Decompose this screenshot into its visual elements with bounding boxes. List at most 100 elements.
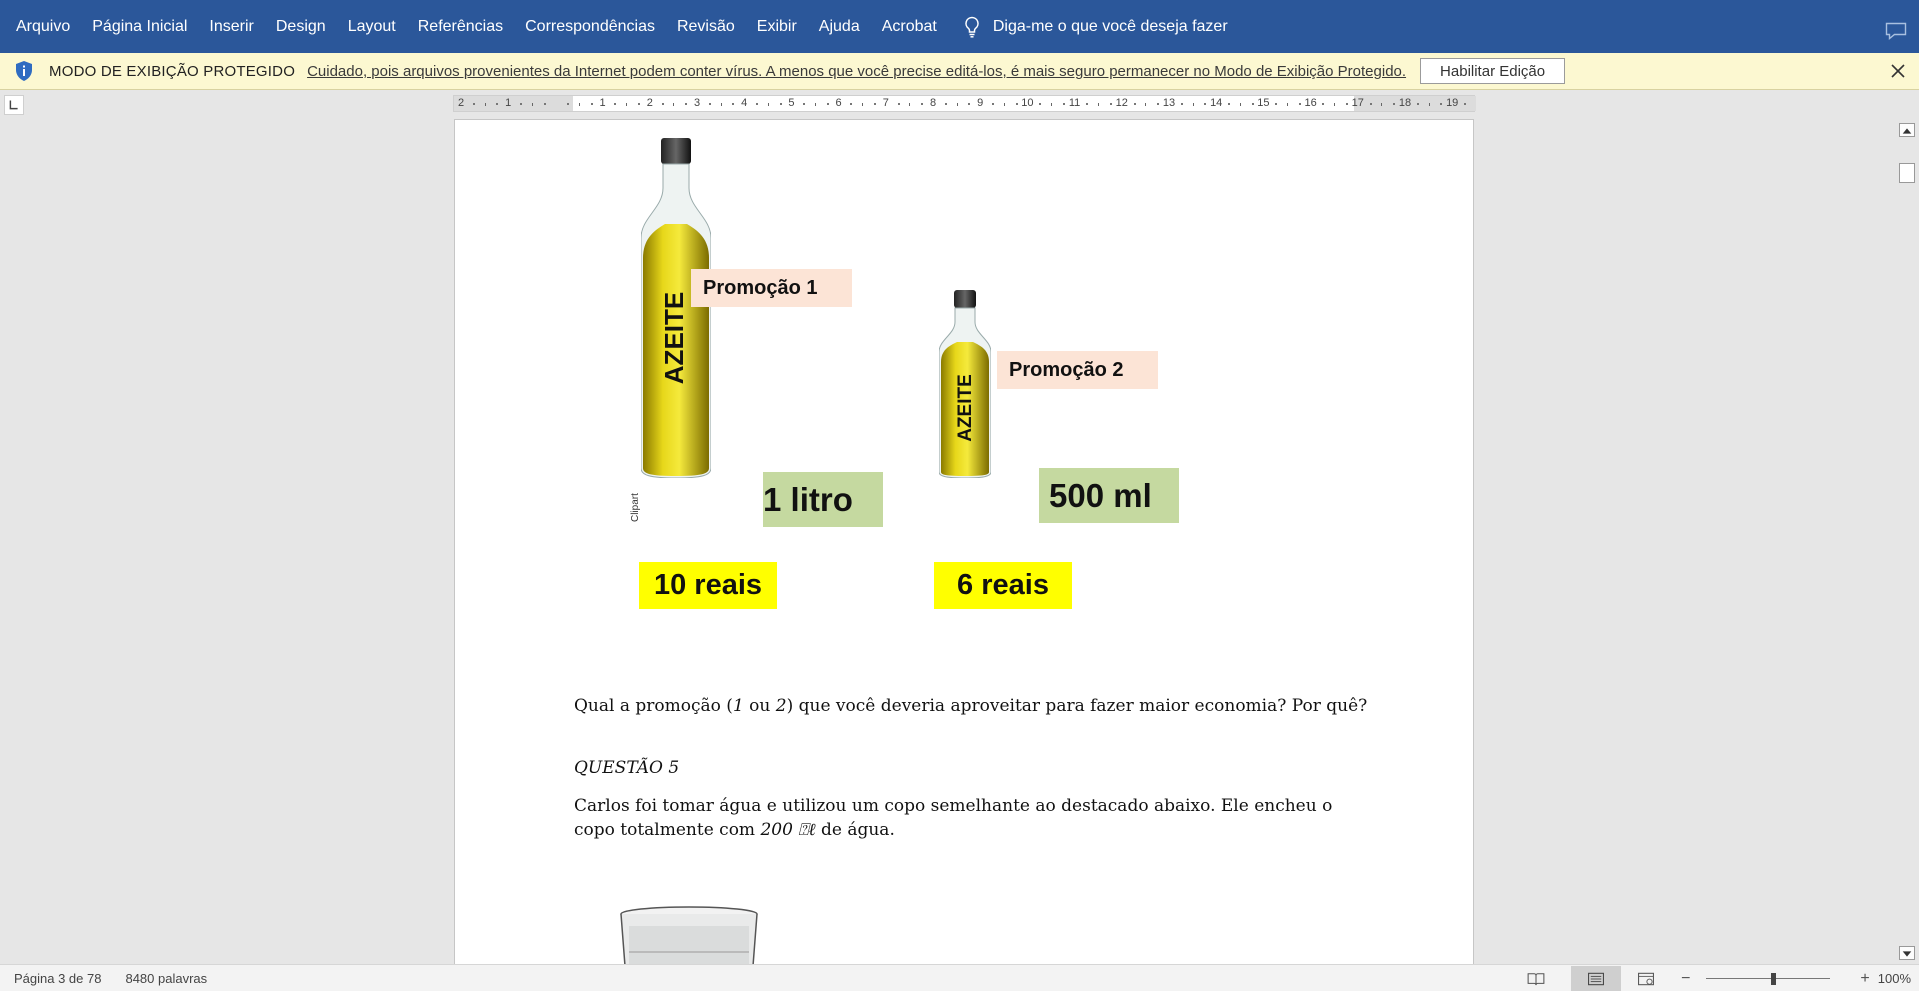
ruler-tick — [1287, 103, 1288, 106]
menu-inserir[interactable]: Inserir — [209, 18, 253, 36]
menu-layout[interactable]: Layout — [348, 18, 396, 36]
ruler-tick — [1369, 103, 1372, 105]
ruler-tick — [1239, 103, 1241, 106]
menu-correspondencias[interactable]: Correspondências — [525, 18, 655, 36]
question-4-text: Qual a promoção (1 ou 2) que você deveri… — [574, 694, 1367, 718]
ruler-tick — [732, 103, 735, 105]
menu-arquivo[interactable]: Arquivo — [16, 18, 70, 36]
question-option-1: 1 — [732, 696, 744, 716]
question-5-heading: QUESTÃO 5 — [574, 756, 679, 780]
question-5-heading-text: QUESTÃO 5 — [574, 758, 680, 778]
ruler-tick — [531, 103, 533, 106]
horizontal-ruler[interactable]: 2 1 1 2 3 4 5 6 7 8 9 10 11 12 13 14 15 16 17 18 19 — [453, 95, 1476, 112]
ruler-tick — [1039, 103, 1042, 105]
ruler-tick — [472, 103, 475, 105]
question-5-line-2-start: copo totalmente com — [574, 820, 761, 840]
ruler-tick — [897, 103, 900, 105]
menu-revisao[interactable]: Revisão — [677, 18, 735, 36]
web-layout-button[interactable] — [1633, 969, 1659, 989]
ruler-number: 6 — [835, 97, 842, 109]
ruler-tick — [1393, 103, 1396, 105]
bottle-label-large: AZEITE — [659, 292, 689, 384]
zoom-out-button[interactable]: − — [1681, 970, 1690, 988]
scroll-up-button[interactable] — [1899, 123, 1915, 137]
promo-2-label: Promoção 2 — [997, 351, 1158, 389]
ruler-tick — [779, 103, 782, 105]
vertical-scrollbar[interactable] — [1895, 119, 1919, 964]
question-5-volume-value: 200 ⍰ℓ — [760, 820, 816, 840]
tab-selector[interactable] — [4, 95, 24, 115]
enable-editing-button[interactable]: Habilitar Edição — [1420, 58, 1566, 84]
menu-acrobat[interactable]: Acrobat — [882, 18, 937, 36]
ruler-tick — [1322, 103, 1325, 105]
ruler-tick — [767, 103, 769, 106]
ruler-area: 2 1 1 2 3 4 5 6 7 8 9 10 11 12 13 14 15 16 17 18 19 — [0, 91, 1919, 119]
ruler-tick — [850, 103, 853, 105]
price-1-label: 10 reais — [639, 562, 777, 609]
ruler-tick — [1298, 103, 1301, 105]
question-option-2: 2 — [775, 696, 787, 716]
web-layout-icon — [1638, 972, 1655, 985]
comments-icon[interactable] — [1885, 22, 1907, 40]
zoom-in-button[interactable]: + — [1860, 970, 1869, 988]
shield-info-icon — [16, 61, 32, 81]
scroll-thumb[interactable] — [1899, 163, 1915, 183]
ruler-tick — [661, 103, 664, 105]
word-count-status[interactable]: 8480 palavras — [125, 971, 207, 986]
menu-design[interactable]: Design — [276, 18, 326, 36]
print-layout-button[interactable] — [1571, 965, 1622, 991]
ruler-tick — [1015, 103, 1018, 105]
ruler-tick — [874, 103, 876, 105]
ruler-number: 1 — [505, 97, 512, 109]
ruler-tick — [909, 103, 911, 106]
oil-bottle-small-image: AZEITE — [939, 290, 991, 478]
ruler-number: 2 — [457, 97, 465, 109]
ruler-number: 7 — [882, 97, 889, 109]
ruler-tick — [1145, 103, 1147, 106]
ruler-number: 5 — [788, 97, 795, 109]
ruler-tick — [720, 103, 722, 106]
ruler-number: 8 — [929, 97, 937, 109]
ruler-number: 19 — [1446, 97, 1459, 109]
zoom-slider[interactable] — [1700, 969, 1850, 989]
ruler-tick — [1381, 103, 1383, 106]
ruler-tick — [673, 103, 675, 106]
menu-referencias[interactable]: Referências — [418, 18, 503, 36]
lightbulb-icon — [965, 16, 979, 38]
ruler-number: 10 — [1021, 97, 1034, 109]
ruler-tick — [992, 103, 994, 105]
protected-view-message[interactable]: Cuidado, pois arquivos provenientes da I… — [307, 63, 1406, 80]
question-5-line-1: Carlos foi tomar água e utilizou um copo… — [574, 796, 1333, 816]
ruler-tick — [826, 103, 829, 105]
ruler-tick — [708, 103, 711, 105]
triangle-down-icon — [1902, 951, 1912, 957]
ribbon-menu-bar: Arquivo Página Inicial Inserir Design La… — [0, 0, 1919, 53]
ruler-tick — [1275, 103, 1278, 105]
ruler-tick — [1204, 103, 1207, 105]
ruler-number: 17 — [1351, 97, 1364, 109]
ruler-tick — [1062, 103, 1065, 105]
ruler-number: 12 — [1115, 97, 1128, 109]
scroll-down-button[interactable] — [1899, 946, 1915, 960]
menu-ajuda[interactable]: Ajuda — [819, 18, 860, 36]
ruler-tick — [1416, 103, 1419, 105]
ruler-number: 18 — [1398, 97, 1412, 109]
ruler-tick — [1228, 103, 1230, 105]
page-count-status[interactable]: Página 3 de 78 — [14, 971, 101, 986]
document-page[interactable]: AZEITE AZEITE Promoção 1 1 litro 10 reai… — [454, 119, 1474, 964]
close-icon[interactable] — [1889, 62, 1907, 80]
menu-pagina-inicial[interactable]: Página Inicial — [92, 18, 187, 36]
read-mode-button[interactable] — [1523, 969, 1549, 989]
document-canvas: AZEITE AZEITE Promoção 1 1 litro 10 reai… — [0, 119, 1895, 964]
ruler-tick — [1051, 103, 1052, 106]
tell-me-search[interactable]: Diga-me o que você deseja fazer — [963, 16, 1228, 38]
zoom-percentage[interactable]: 100% — [1878, 971, 1911, 986]
ruler-number: 13 — [1162, 97, 1176, 109]
water-glass-image — [620, 906, 758, 964]
volume-2-label: 500 ml — [1039, 468, 1179, 523]
ruler-tick — [1110, 103, 1112, 105]
clipart-caption: Clipart — [630, 493, 641, 522]
zoom-slider-thumb[interactable] — [1771, 972, 1777, 985]
menu-exibir[interactable]: Exibir — [757, 18, 797, 36]
oil-bottle-large-image: AZEITE — [641, 138, 711, 478]
